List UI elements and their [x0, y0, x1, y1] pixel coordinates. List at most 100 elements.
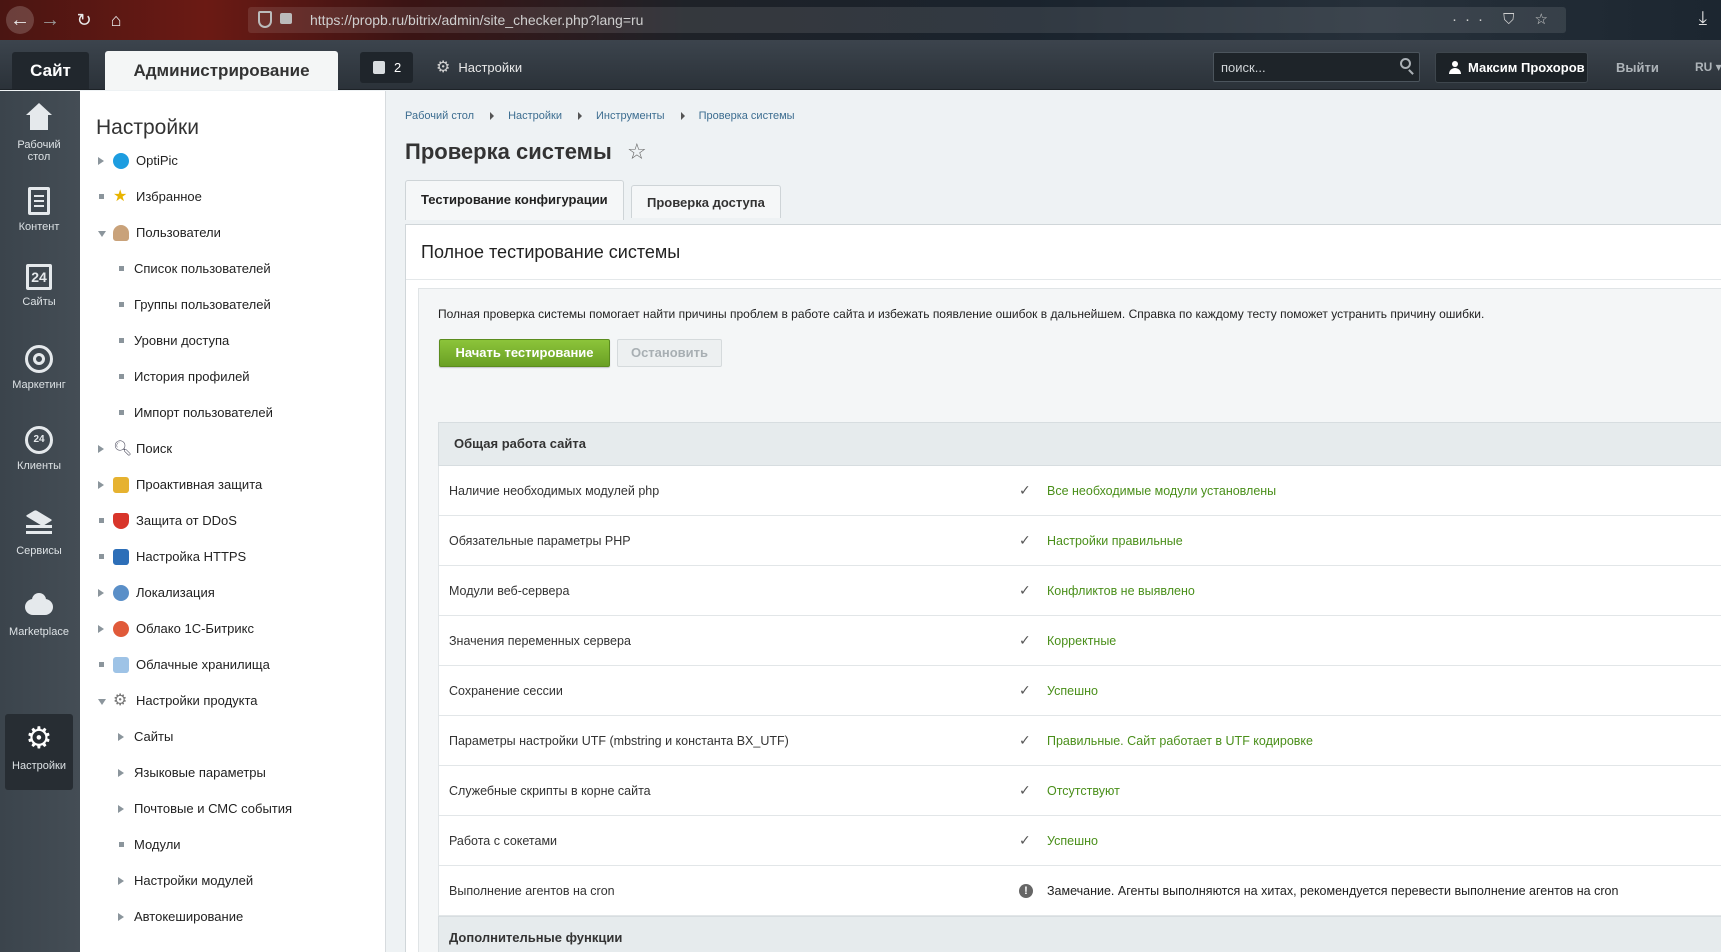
- shield-icon: [113, 513, 129, 529]
- back-arrow-icon[interactable]: ←: [6, 6, 34, 34]
- tree-item-label: История профилей: [134, 369, 250, 384]
- tree-item-label: Модули: [134, 837, 181, 852]
- test-name[interactable]: Наличие необходимых модулей php: [449, 466, 659, 516]
- table-row: Значения переменных сервера ✓ Корректные: [438, 616, 1721, 666]
- page-actions-icons[interactable]: ··· ⛉ ☆: [1452, 10, 1556, 28]
- breadcrumb-tools[interactable]: Инструменты: [596, 110, 665, 122]
- bullet-icon: [119, 302, 124, 307]
- tree-item-label: Почтовые и СМС события: [134, 801, 293, 816]
- shield-icon[interactable]: [258, 11, 272, 28]
- menu-marketing-label: Маркетинг: [12, 379, 66, 391]
- start-testing-button[interactable]: Начать тестирование: [439, 339, 610, 367]
- menu-content[interactable]: Контент: [5, 187, 73, 233]
- search-box[interactable]: [1213, 52, 1420, 82]
- panel-title: Полное тестирование системы: [421, 242, 681, 262]
- expand-arrow-icon[interactable]: [98, 625, 104, 633]
- collapse-arrow-icon[interactable]: [98, 699, 106, 705]
- test-area: Полная проверка системы помогает найти п…: [418, 288, 1721, 952]
- notifications-button[interactable]: 2: [360, 52, 413, 83]
- test-name[interactable]: Служебные скрипты в корне сайта: [449, 766, 651, 816]
- storage-icon: [113, 657, 129, 673]
- test-result: Настройки правильные: [1047, 534, 1183, 548]
- menu-desktop[interactable]: Рабочий стол: [5, 103, 73, 163]
- menu-marketplace-label: Marketplace: [9, 626, 69, 638]
- test-name[interactable]: Выполнение агентов на cron: [449, 866, 615, 916]
- tab-config-testing[interactable]: Тестирование конфигурации: [405, 180, 624, 220]
- tree-item-label: Защита от DDoS: [136, 513, 237, 528]
- https-icon: [113, 549, 129, 565]
- tab-administration[interactable]: Администрирование: [105, 51, 338, 90]
- logout-link[interactable]: Выйти: [1616, 52, 1659, 83]
- table-row: Выполнение агентов на cron ! Замечание. …: [438, 866, 1721, 916]
- main-menu-panel: Рабочий стол Контент 24 Сайты Маркетинг …: [0, 91, 80, 952]
- expand-arrow-icon[interactable]: [98, 589, 104, 597]
- settings-icon: ⚙: [113, 692, 128, 709]
- user-name: Максим Прохоров: [1468, 60, 1585, 75]
- url-text[interactable]: https://propb.ru/bitrix/admin/site_check…: [310, 12, 643, 28]
- table-row: Обязательные параметры PHP ✓ Настройки п…: [438, 516, 1721, 566]
- tree-item-label: Облако 1С-Битрикс: [136, 621, 254, 636]
- magnifier-icon: 🔍︎: [113, 440, 133, 457]
- bullet-icon: [119, 842, 124, 847]
- tab-site[interactable]: Сайт: [12, 52, 89, 89]
- breadcrumb-settings[interactable]: Настройки: [508, 110, 562, 122]
- gear-icon: ⚙: [436, 59, 451, 76]
- search-input[interactable]: [1214, 53, 1384, 81]
- test-name[interactable]: Значения переменных сервера: [449, 616, 631, 666]
- notification-icon: [373, 61, 385, 75]
- divider: [406, 279, 1721, 280]
- settings-link[interactable]: ⚙ Настройки: [436, 52, 522, 83]
- tab-access-check[interactable]: Проверка доступа: [631, 185, 781, 218]
- expand-arrow-icon[interactable]: [118, 769, 124, 777]
- menu-marketing[interactable]: Маркетинг: [5, 345, 73, 391]
- menu-clients-label: Клиенты: [16, 460, 62, 472]
- download-icon[interactable]: ⤓: [1699, 8, 1707, 30]
- test-result: Успешно: [1047, 834, 1098, 848]
- test-name[interactable]: Работа с сокетами: [449, 816, 557, 866]
- menu-settings[interactable]: ⚙ Настройки: [5, 714, 73, 790]
- language-label: RU: [1695, 60, 1713, 74]
- search-icon[interactable]: [1400, 58, 1411, 69]
- menu-sites[interactable]: 24 Сайты: [5, 264, 73, 308]
- forward-arrow-icon[interactable]: →: [36, 6, 64, 34]
- address-bar[interactable]: https://propb.ru/bitrix/admin/site_check…: [248, 7, 1566, 33]
- tree-item-label: Избранное: [136, 189, 202, 204]
- tree-item-label: Проактивная защита: [136, 477, 263, 492]
- expand-arrow-icon[interactable]: [98, 157, 104, 165]
- expand-arrow-icon[interactable]: [118, 913, 124, 921]
- expand-arrow-icon[interactable]: [118, 805, 124, 813]
- check-icon: ✓: [1019, 532, 1031, 548]
- language-switcher[interactable]: RU ▾: [1695, 52, 1721, 83]
- menu-content-label: Контент: [18, 221, 60, 233]
- lock-icon[interactable]: [280, 13, 292, 24]
- stop-button[interactable]: Остановить: [617, 339, 722, 367]
- favorite-star-icon[interactable]: ☆: [627, 139, 647, 165]
- collapse-arrow-icon[interactable]: [98, 231, 106, 237]
- menu-services[interactable]: Сервисы: [5, 509, 73, 557]
- user-button[interactable]: Максим Прохоров: [1435, 52, 1588, 83]
- menu-marketplace[interactable]: Marketplace: [5, 590, 73, 638]
- user-icon: [1449, 61, 1461, 74]
- home-icon[interactable]: ⌂: [102, 6, 130, 34]
- bullet-icon: [99, 518, 104, 523]
- test-name[interactable]: Параметры настройки UTF (mbstring и конс…: [449, 716, 789, 766]
- expand-arrow-icon[interactable]: [98, 445, 104, 453]
- test-name[interactable]: Модули веб-сервера: [449, 566, 569, 616]
- bullet-icon: [99, 662, 104, 667]
- expand-arrow-icon[interactable]: [118, 877, 124, 885]
- table-row: Параметры настройки UTF (mbstring и конс…: [438, 716, 1721, 766]
- intro-text: Полная проверка системы помогает найти п…: [438, 307, 1485, 321]
- bullet-icon: [119, 374, 124, 379]
- test-name[interactable]: Сохранение сессии: [449, 666, 563, 716]
- expand-arrow-icon[interactable]: [118, 733, 124, 741]
- breadcrumb-current[interactable]: Проверка системы: [699, 110, 795, 122]
- breadcrumb-desktop[interactable]: Рабочий стол: [405, 110, 474, 122]
- menu-clients[interactable]: 24 Клиенты: [5, 426, 73, 472]
- bullet-icon: [119, 410, 124, 415]
- target-icon: [25, 345, 53, 373]
- main-content: Рабочий стол Настройки Инструменты Проверка…: [387, 91, 1721, 952]
- reload-icon[interactable]: ↻: [70, 6, 98, 34]
- expand-arrow-icon[interactable]: [98, 481, 104, 489]
- tree-item-label: Настройки продукта: [136, 693, 258, 708]
- test-name[interactable]: Обязательные параметры PHP: [449, 516, 631, 566]
